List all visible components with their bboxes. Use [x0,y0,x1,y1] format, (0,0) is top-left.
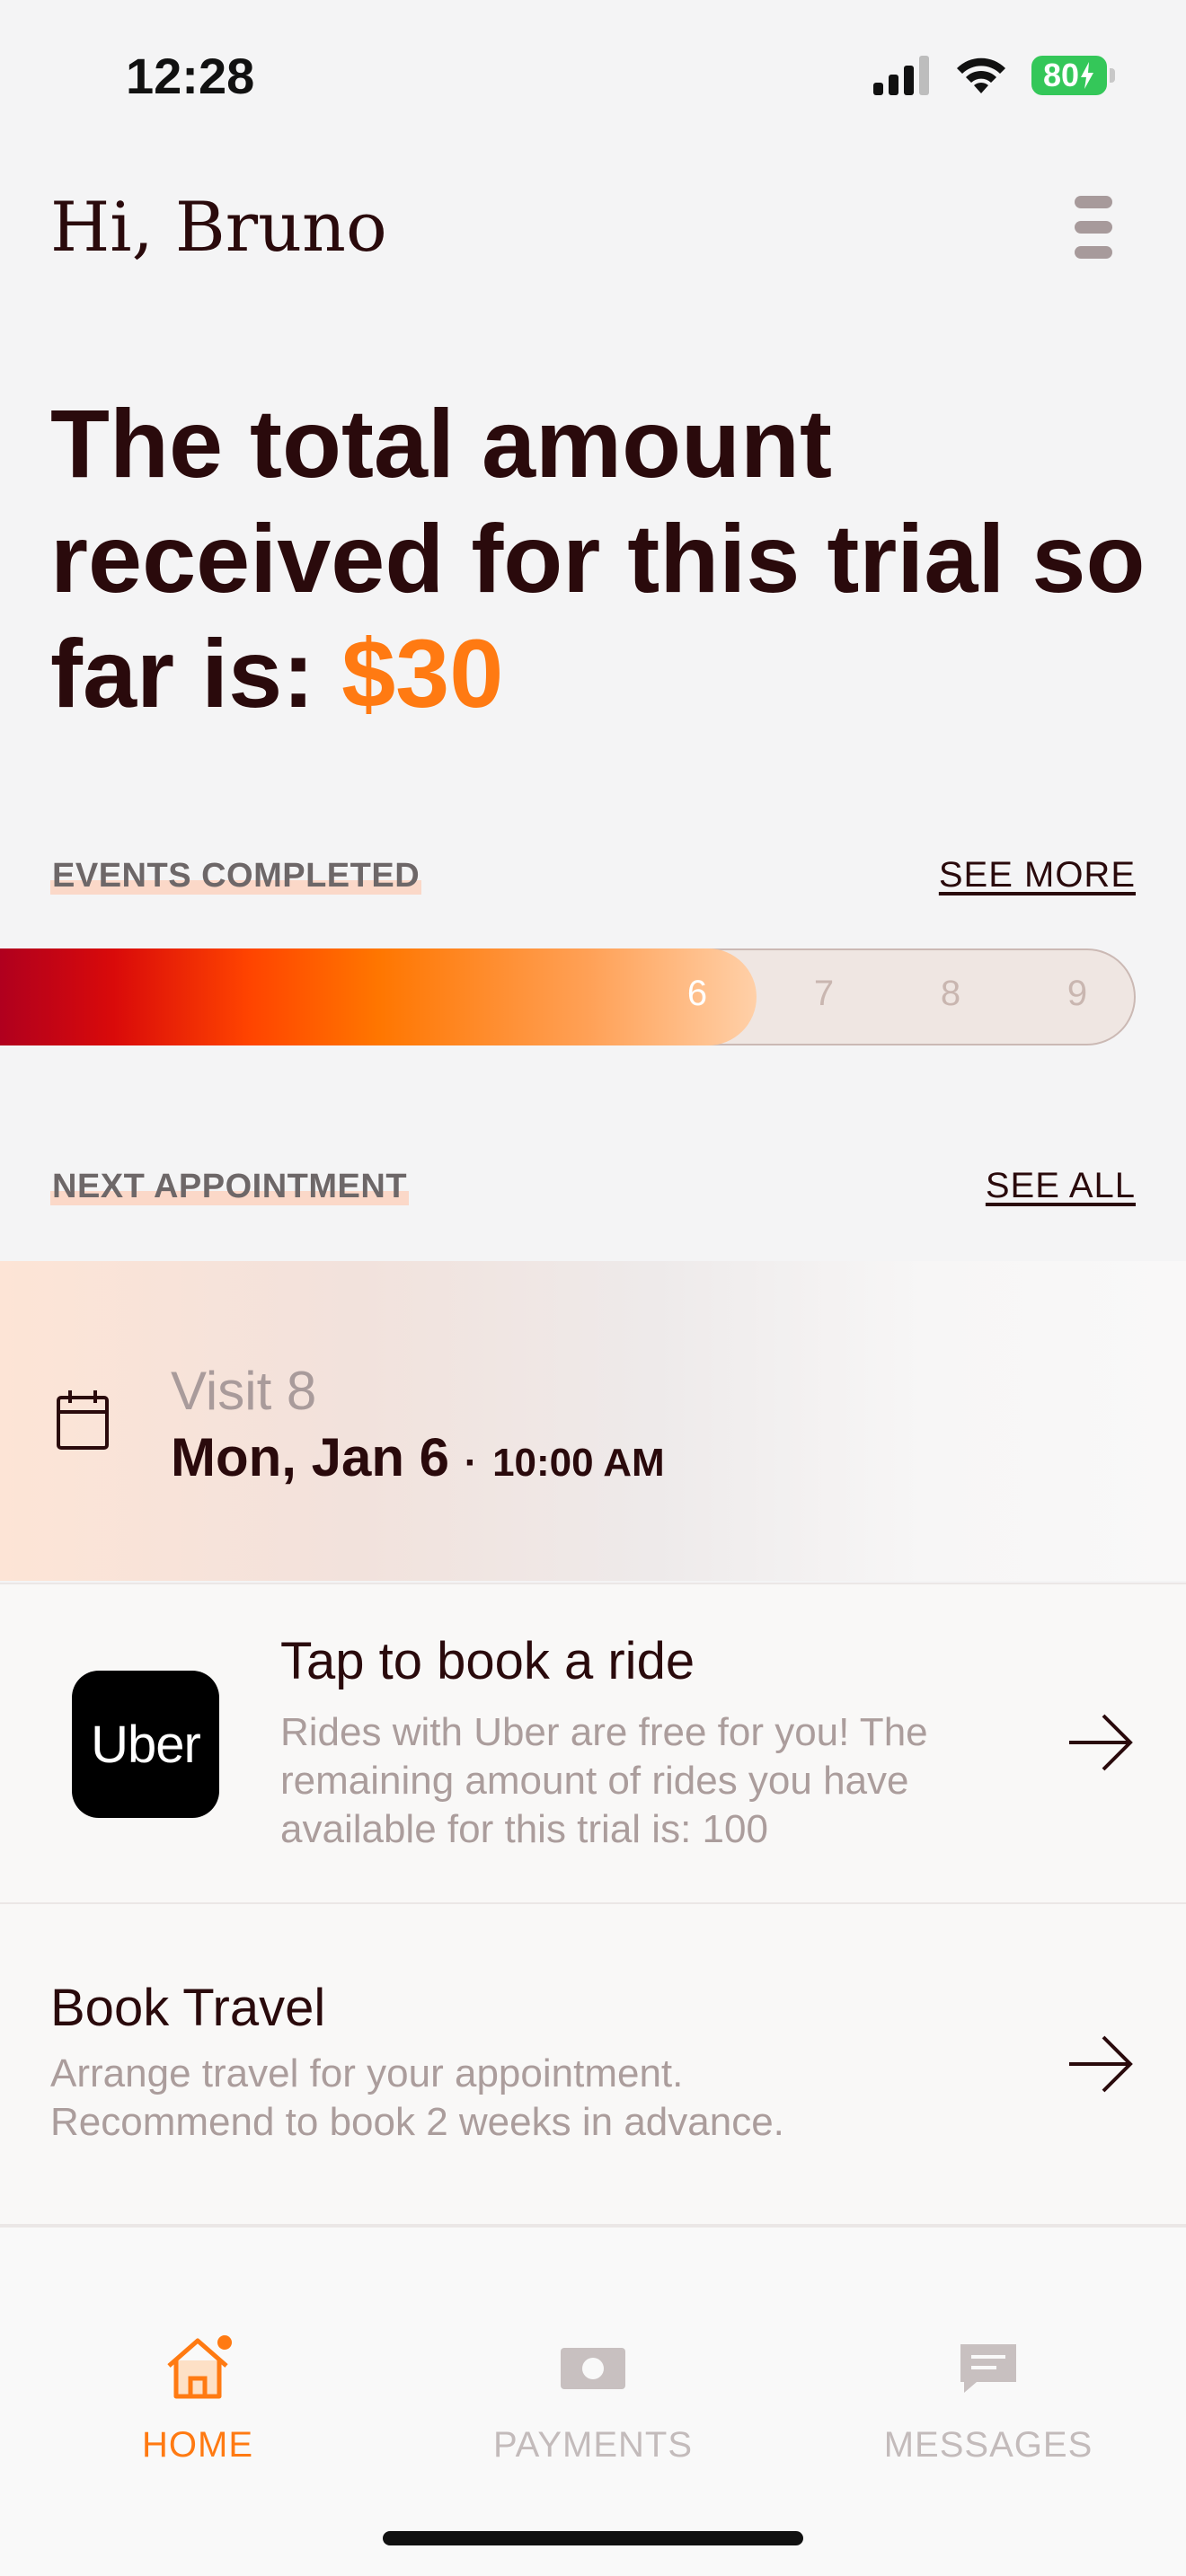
summary-headline: The total amount received for this trial… [50,386,1146,731]
visit-time: 10:00 AM [492,1441,665,1485]
summary-amount: $30 [341,619,504,728]
events-progress-fill [0,948,757,1045]
home-icon [167,2335,232,2399]
appointment-card[interactable]: Visit 8 Mon, Jan 6 · 10:00 AM [0,1261,1186,1581]
event-number: 7 [813,974,835,1013]
event-number: 9 [1067,974,1088,1013]
events-completed-label: EVENTS COMPLETED [50,857,422,895]
event-number: 6 [686,974,708,1013]
tab-payments[interactable]: PAYMENTS [395,2228,791,2465]
tab-payments-label: PAYMENTS [492,2425,694,2465]
menu-bar [1075,221,1112,234]
wifi-icon [957,57,1005,93]
visit-datetime: Mon, Jan 6 · 10:00 AM [171,1426,665,1488]
status-bar: 12:28 80 [0,0,1186,144]
visit-title: Visit 8 [171,1361,317,1421]
home-indicator [383,2531,803,2545]
payments-icon [561,2348,625,2389]
status-icons: 80 [873,56,1115,95]
status-time: 12:28 [126,48,255,104]
book-travel-description: Arrange travel for your appointment. Rec… [50,2051,784,2144]
next-appointment-label: NEXT APPOINTMENT [50,1168,410,1205]
tab-home[interactable]: HOME [0,2228,395,2465]
event-number: 8 [940,974,961,1013]
book-travel-title: Book Travel [50,1979,326,2037]
menu-bar [1075,246,1112,259]
arrow-right-icon [1069,1714,1133,1771]
see-all-link[interactable]: SEE ALL [986,1166,1136,1206]
summary-text: The total amount received for this trial… [50,389,1146,728]
book-ride-title: Tap to book a ride [280,1632,695,1690]
arrow-right-icon [1069,2035,1133,2093]
tab-home-label: HOME [142,2425,253,2465]
cellular-signal-icon [873,56,929,95]
visit-date: Mon, Jan 6 [171,1427,450,1487]
messages-icon [960,2344,1016,2393]
battery-icon: 80 [1031,56,1115,95]
charging-bolt-icon [1081,62,1094,89]
menu-bar [1075,196,1112,208]
book-ride-row[interactable]: Uber Tap to book a ride Rides with Uber … [0,1584,1186,1902]
battery-level: 80 [1042,57,1080,93]
book-ride-description: Rides with Uber are free for you! The re… [280,1710,928,1851]
battery-cap [1110,68,1115,83]
book-travel-row[interactable]: Book Travel Arrange travel for your appo… [0,1904,1186,2224]
tab-bar: HOME PAYMENTS MESSAGES [0,2228,1186,2576]
calendar-icon [57,1390,109,1450]
tab-messages[interactable]: MESSAGES [791,2228,1186,2465]
visit-separator: · [464,1441,478,1485]
greeting: Hi, Bruno [50,187,387,267]
tab-messages-label: MESSAGES [883,2425,1093,2465]
see-more-link[interactable]: SEE MORE [939,855,1136,895]
uber-logo: Uber [72,1671,219,1818]
menu-icon[interactable] [1075,196,1112,259]
